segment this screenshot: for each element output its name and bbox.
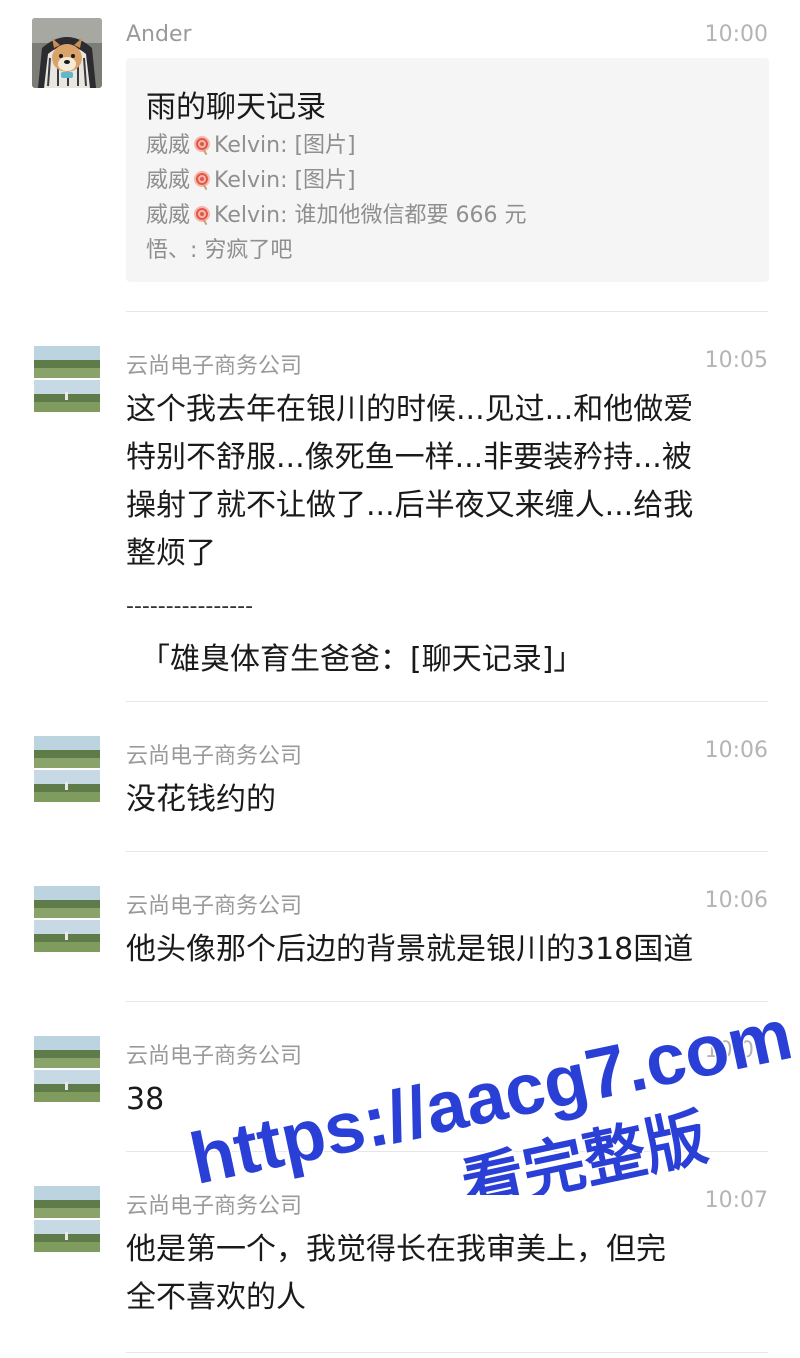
message-time: 10:06 <box>704 888 768 913</box>
sender-avatar[interactable] <box>32 884 102 954</box>
message-divider <box>126 1352 768 1353</box>
message-item[interactable]: Ander 10:00 雨的聊天记录 威威 Kelvin: [图片] 威威 Kelv… <box>0 0 800 312</box>
landscape-avatar-icon <box>32 884 102 954</box>
chat-record-lines: 威威 Kelvin: [图片] 威威 Kelvin: [图片] 威威 Kelvin: … <box>146 128 526 268</box>
message-time: 10:07 <box>704 1038 768 1063</box>
message-line: 38 <box>126 1082 165 1117</box>
lollipop-icon <box>194 206 211 225</box>
message-time: 10:06 <box>704 738 768 763</box>
chat-record-title: 雨的聊天记录 <box>146 90 326 125</box>
chat-record-line: 威威 Kelvin: 谁加他微信都要 666 元 <box>146 198 526 233</box>
message-line: 他头像那个后边的背景就是银川的318国道 <box>126 932 694 967</box>
shiba-dog-avatar-icon <box>32 18 102 88</box>
message-time: 10:00 <box>704 22 768 47</box>
message-time: 10:07 <box>704 1188 768 1213</box>
message-line: 整烦了 <box>126 536 216 571</box>
sender-name: 云尚电子商务公司 <box>126 1194 303 1219</box>
lollipop-icon <box>194 136 211 155</box>
record-sender-name: 威威 <box>146 203 191 228</box>
record-text: Kelvin: 谁加他微信都要 666 元 <box>214 203 527 228</box>
landscape-avatar-icon <box>32 734 102 804</box>
sender-avatar[interactable] <box>32 734 102 804</box>
sender-avatar[interactable] <box>32 344 102 414</box>
record-text: Kelvin: [图片] <box>214 168 356 193</box>
sender-avatar[interactable] <box>32 1184 102 1254</box>
message-text: 他是第一个，我觉得长在我审美上，但完 全不喜欢的人 <box>126 1226 766 1322</box>
lollipop-icon <box>194 171 211 190</box>
landscape-avatar-icon <box>32 344 102 414</box>
sender-name: 云尚电子商务公司 <box>126 354 303 379</box>
message-item[interactable]: 云尚电子商务公司 10:06 没花钱约的 <box>0 702 800 852</box>
sender-name: 云尚电子商务公司 <box>126 744 303 769</box>
sender-name: 云尚电子商务公司 <box>126 894 303 919</box>
sender-avatar[interactable] <box>32 18 102 88</box>
message-line: 全不喜欢的人 <box>126 1280 306 1315</box>
chat-record-line: 威威 Kelvin: [图片] <box>146 128 526 163</box>
record-sender-name: 威威 <box>146 133 191 158</box>
message-line: 操射了就不让做了...后半夜又来缠人...给我 <box>126 488 694 523</box>
message-line: 他是第一个，我觉得长在我审美上，但完 <box>126 1232 666 1267</box>
quoted-message[interactable]: 「雄臭体育生爸爸：[聊天记录]」 <box>140 634 583 678</box>
record-text: Kelvin: [图片] <box>214 133 356 158</box>
chat-record-card[interactable]: 雨的聊天记录 威威 Kelvin: [图片] 威威 Kelvin: [图片] 威威 K… <box>126 58 769 282</box>
message-line: 特别不舒服...像死鱼一样...非要装矜持...被 <box>126 440 692 475</box>
message-item[interactable]: 云尚电子商务公司 10:07 他是第一个，我觉得长在我审美上，但完 全不喜欢的人 <box>0 1152 800 1358</box>
landscape-avatar-icon <box>32 1034 102 1104</box>
sender-avatar[interactable] <box>32 1034 102 1104</box>
message-item[interactable]: 云尚电子商务公司 10:07 38 <box>0 1002 800 1152</box>
message-item[interactable]: 云尚电子商务公司 10:06 他头像那个后边的背景就是银川的318国道 <box>0 852 800 1002</box>
message-time: 10:05 <box>704 348 768 373</box>
message-text: 没花钱约的 <box>126 776 766 824</box>
message-text: 他头像那个后边的背景就是银川的318国道 <box>126 926 766 974</box>
sender-name: 云尚电子商务公司 <box>126 1044 303 1069</box>
landscape-avatar-icon <box>32 1184 102 1254</box>
message-text: 38 <box>126 1076 766 1124</box>
message-line: 没花钱约的 <box>126 782 276 817</box>
record-sender-name: 威威 <box>146 168 191 193</box>
chat-record-line: 悟、: 穷疯了吧 <box>146 238 293 263</box>
message-text: 这个我去年在银川的时候...见过...和他做爱 特别不舒服...像死鱼一样...… <box>126 386 766 578</box>
quote-separator: ---------------- <box>126 594 254 619</box>
message-item[interactable]: 云尚电子商务公司 10:05 这个我去年在银川的时候...见过...和他做爱 特… <box>0 312 800 702</box>
message-line: 这个我去年在银川的时候...见过...和他做爱 <box>126 392 694 427</box>
chat-record-line: 威威 Kelvin: [图片] <box>146 163 526 198</box>
sender-name: Ander <box>126 22 192 47</box>
